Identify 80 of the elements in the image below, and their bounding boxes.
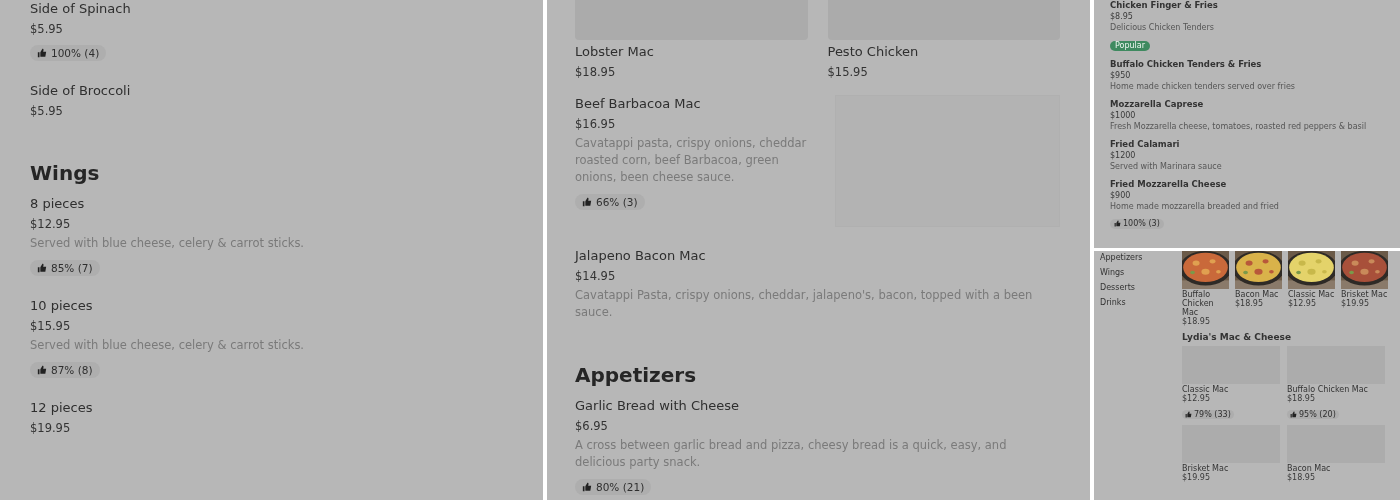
section-heading: Wings (30, 161, 101, 185)
item-price: $15.95 (30, 318, 72, 334)
rating-text: 85% (7) (51, 262, 93, 274)
thumbs-up-icon (1185, 411, 1192, 418)
rating-text: 80% (21) (596, 481, 645, 493)
item-name[interactable]: Buffalo Chicken Mac (1287, 385, 1385, 394)
category-link[interactable]: Drinks (1100, 298, 1176, 308)
item-price: $19.95 (1182, 473, 1211, 482)
item-description: Served with blue cheese, celery & carrot sticks. (30, 235, 306, 252)
item-description: Served with Marinara sauce (1110, 162, 1223, 172)
rating-text: 87% (8) (51, 364, 93, 376)
thumbs-up-icon (37, 365, 47, 375)
item-price: $18.95 (1287, 394, 1316, 403)
item-name[interactable]: Fried Calamari (1110, 139, 1384, 150)
item-price: $1000 (1110, 111, 1137, 121)
item-price: $1200 (1110, 151, 1137, 161)
item-price: $900 (1110, 191, 1132, 201)
item-name[interactable]: Garlic Bread with Cheese (575, 397, 1060, 415)
item-price: $5.95 (30, 103, 64, 119)
item-price: $18.95 (575, 64, 617, 80)
popular-badge: Popular (1110, 41, 1150, 51)
item-price: $18.95 (1287, 473, 1316, 482)
item-description: Served with blue cheese, celery & carrot sticks. (30, 337, 306, 354)
item-name[interactable]: Fried Mozzarella Cheese (1110, 179, 1384, 190)
rating-text: 100% (4) (51, 47, 100, 59)
item-price: $8.95 (1110, 12, 1134, 22)
item-name[interactable]: Mozzarella Caprese (1110, 99, 1384, 110)
item-name[interactable]: Side of Broccoli (30, 82, 513, 100)
item-name[interactable]: Beef Barbacoa Mac (575, 95, 815, 113)
thumbs-up-icon (37, 263, 47, 273)
item-description: Home made mozzarella breaded and fried (1110, 202, 1280, 212)
item-price: $19.95 (1341, 299, 1370, 308)
item-name[interactable]: 10 pieces (30, 297, 513, 315)
item-description: Delicious Chicken Tenders (1110, 23, 1215, 33)
item-price: $19.95 (30, 420, 72, 436)
thumbs-up-icon (1290, 411, 1297, 418)
item-name[interactable]: Classic Mac (1288, 290, 1335, 299)
category-link[interactable]: Desserts (1100, 283, 1176, 293)
section-heading: Lydia's Mac & Cheese (1182, 332, 1292, 342)
rating-text: 79% (33) (1194, 410, 1231, 419)
item-price: $16.95 (575, 116, 617, 132)
item-price: $14.95 (575, 268, 617, 284)
item-name[interactable]: Bacon Mac (1287, 464, 1385, 473)
item-price: $12.95 (1182, 394, 1211, 403)
item-name[interactable]: Buffalo Chicken Tenders & Fries (1110, 59, 1384, 70)
item-price: $18.95 (1235, 299, 1264, 308)
item-name[interactable]: 12 pieces (30, 399, 513, 417)
item-price: $15.95 (827, 64, 869, 80)
rating-text: 95% (20) (1299, 410, 1336, 419)
item-name[interactable]: Classic Mac (1182, 385, 1280, 394)
category-link[interactable]: Appetizers (1100, 253, 1176, 263)
thumbs-up-icon (582, 197, 592, 207)
item-price: $6.95 (575, 418, 609, 434)
item-name[interactable]: Buffalo Chicken Mac (1182, 290, 1229, 317)
item-name[interactable]: Chicken Finger & Fries (1110, 0, 1384, 11)
item-name[interactable]: Brisket Mac (1182, 464, 1280, 473)
item-name[interactable]: Side of Spinach (30, 0, 513, 18)
item-description: Fresh Mozzarella cheese, tomatoes, roasted red peppers & basil (1110, 122, 1368, 132)
item-name[interactable]: Bacon Mac (1235, 290, 1282, 299)
rating-text: 100% (3) (1123, 218, 1160, 229)
section-heading: Appetizers (575, 363, 698, 387)
category-link[interactable]: Wings (1100, 268, 1176, 278)
item-description: Cavatappi Pasta, crispy onions, cheddar, jalapeno's, bacon, topped with a been sauce. (575, 287, 1034, 321)
item-price: $5.95 (30, 21, 64, 37)
item-description: Cavatappi pasta, crispy onions, cheddar roasted corn, beef Barbacoa, green onions, been cheese sauce. (575, 135, 808, 186)
item-name[interactable]: Brisket Mac (1341, 290, 1388, 299)
item-name[interactable]: Jalapeno Bacon Mac (575, 247, 1060, 265)
item-description: Home made chicken tenders served over fries (1110, 82, 1296, 92)
item-price: $18.95 (1182, 317, 1211, 326)
thumbs-up-icon (582, 482, 592, 492)
item-description: A cross between garlic bread and pizza, cheesy bread is a quick, easy, and delicious party snack. (575, 437, 1008, 471)
item-name[interactable]: Lobster Mac (575, 43, 808, 61)
item-price: $12.95 (30, 216, 72, 232)
rating-text: 66% (3) (596, 196, 638, 208)
thumbs-up-icon (1114, 220, 1121, 227)
item-price: $12.95 (1288, 299, 1317, 308)
item-price: $950 (1110, 71, 1132, 81)
item-name[interactable]: Pesto Chicken (827, 43, 1060, 61)
item-name[interactable]: 8 pieces (30, 195, 513, 213)
thumbs-up-icon (37, 48, 47, 58)
